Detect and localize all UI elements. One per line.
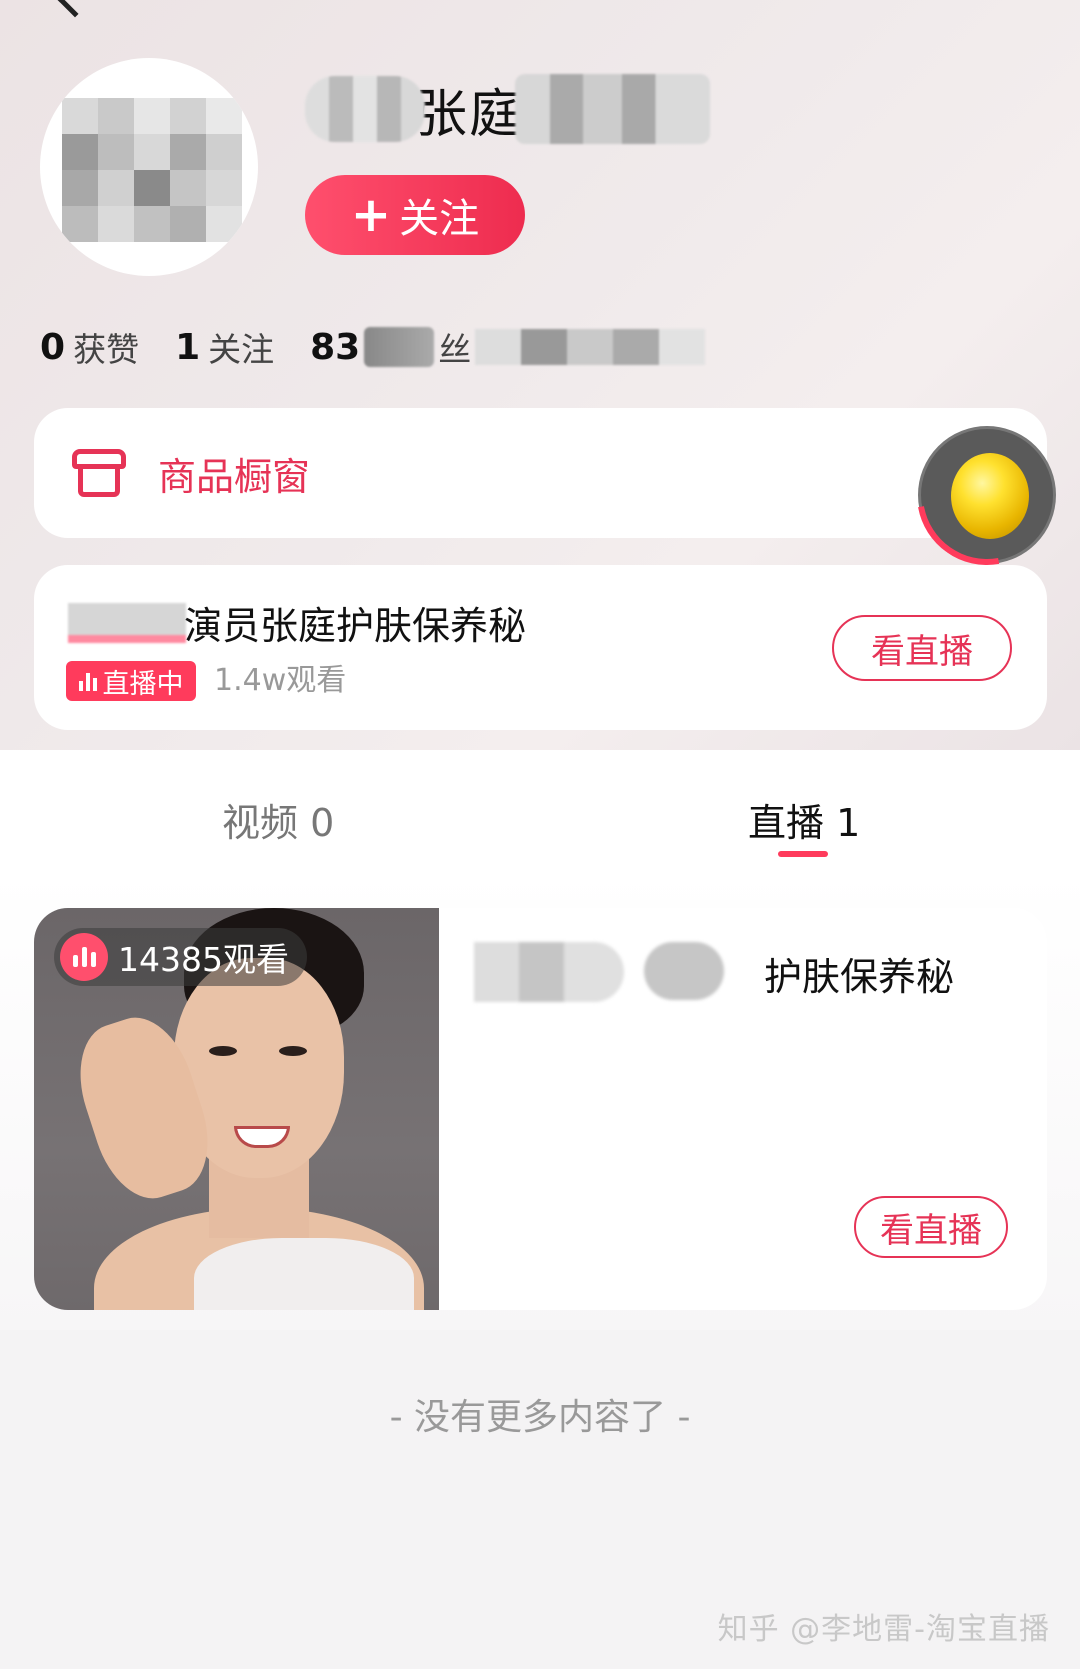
- likes-label: 获赞: [73, 330, 140, 369]
- content-area: 14385观看 护肤保养秘 看直播: [0, 870, 1080, 1330]
- store-icon: [72, 449, 126, 497]
- coin-face: [951, 453, 1029, 539]
- fans-mosaic: [364, 327, 435, 367]
- live-bars-icon: [60, 933, 108, 981]
- profile-stats: 0 获赞 1 关注 83 丝: [40, 322, 741, 372]
- profile-name-text: 张庭: [415, 84, 524, 145]
- live-badge: 直播中: [66, 661, 196, 701]
- fans-count: 83: [310, 326, 361, 368]
- stat-fans[interactable]: 83 丝: [310, 323, 706, 371]
- title-mosaic: [644, 942, 724, 1000]
- follow-button[interactable]: + 关注: [305, 175, 525, 255]
- fans-label: 丝: [438, 330, 472, 369]
- following-label: 关注: [208, 330, 275, 369]
- live-replay-card[interactable]: 14385观看 护肤保养秘 看直播: [34, 908, 1047, 1310]
- thumbnail-view-count: 14385观看: [118, 940, 289, 979]
- live-now-card[interactable]: 演员张庭护肤保养秘 直播中 1.4w观看 看直播: [34, 565, 1047, 730]
- view-count-pill: 14385观看: [54, 928, 307, 986]
- plus-icon: +: [350, 187, 392, 243]
- name-mosaic: [515, 74, 711, 144]
- follow-label: 关注: [399, 196, 480, 242]
- shop-window-label: 商品橱窗: [158, 454, 311, 499]
- content-tabs: 视频 0 直播 1: [0, 750, 1080, 870]
- gold-coin-icon[interactable]: [889, 397, 1080, 593]
- tab-live[interactable]: 直播 1: [748, 792, 860, 847]
- live-view-count: 1.4w观看: [214, 663, 347, 698]
- title-mosaic: [474, 942, 624, 1002]
- watermark: 知乎 @李地雷-淘宝直播: [717, 1612, 1050, 1647]
- following-count: 1: [175, 326, 201, 368]
- title-mosaic: [68, 603, 186, 643]
- stat-likes: 0 获赞: [40, 323, 139, 371]
- profile-name: 张庭: [305, 74, 711, 145]
- tab-videos[interactable]: 视频 0: [222, 792, 334, 847]
- watch-live-button[interactable]: 看直播: [854, 1196, 1008, 1258]
- stat-following[interactable]: 1 关注: [175, 323, 274, 371]
- end-of-list-text: - 没有更多内容了 -: [389, 1397, 691, 1438]
- avatar[interactable]: [40, 58, 258, 276]
- likes-count: 0: [40, 326, 66, 368]
- shop-window-card[interactable]: 商品橱窗: [34, 408, 1047, 538]
- name-mosaic: [305, 76, 425, 142]
- live-bars-icon: [78, 671, 97, 691]
- fans-mosaic: [475, 329, 706, 365]
- replay-title: 护肤保养秘: [764, 955, 955, 999]
- live-title: 演员张庭护肤保养秘: [184, 604, 527, 648]
- active-tab-indicator: [778, 851, 828, 857]
- avatar-mosaic: [62, 98, 242, 242]
- live-thumbnail[interactable]: 14385观看: [34, 908, 439, 1310]
- live-badge-label: 直播中: [102, 668, 184, 700]
- watch-live-button[interactable]: 看直播: [832, 615, 1012, 681]
